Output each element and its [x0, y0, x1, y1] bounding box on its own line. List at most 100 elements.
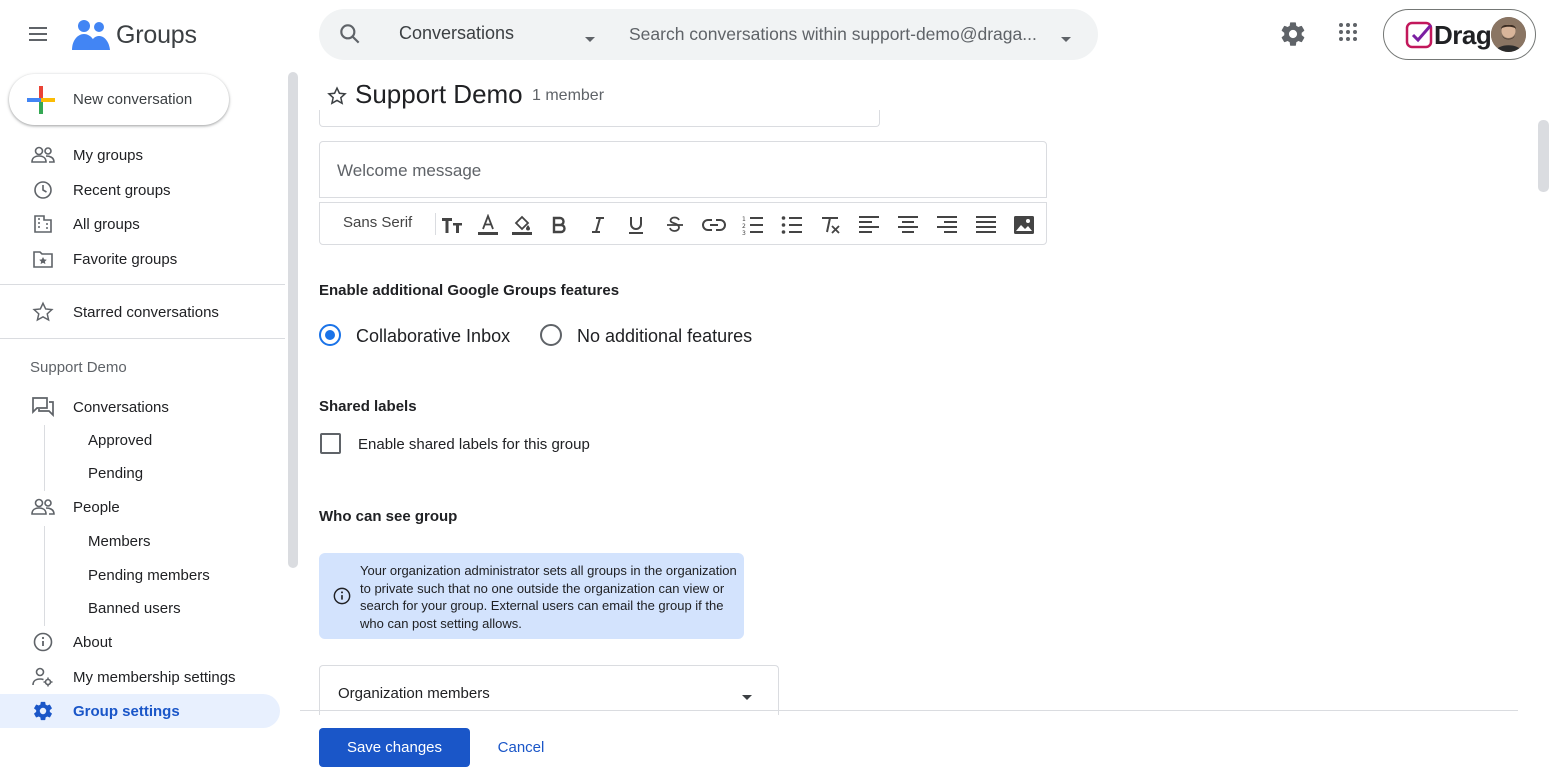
search-bar[interactable]: Conversations Search conversations withi… — [319, 9, 1098, 60]
clear-formatting-icon[interactable] — [817, 212, 843, 238]
groups-logo-icon — [72, 20, 110, 50]
sidebar-item-people[interactable]: People — [0, 490, 285, 524]
search-input[interactable]: Search conversations within support-demo… — [629, 24, 1037, 45]
sidebar-item-label: Pending — [88, 465, 144, 482]
sidebar-item-label: Banned users — [88, 600, 181, 617]
new-conversation-button[interactable]: New conversation — [9, 74, 229, 125]
svg-text:1: 1 — [742, 216, 746, 223]
avatar[interactable] — [1491, 17, 1526, 52]
shared-labels-checkbox-label[interactable]: Enable shared labels for this group — [358, 436, 590, 453]
bulleted-list-icon[interactable] — [779, 212, 805, 238]
collaborative-inbox-radio[interactable] — [319, 324, 341, 346]
sidebar-divider — [0, 284, 285, 285]
sidebar-item-membership-settings[interactable]: My membership settings — [0, 660, 285, 694]
no-additional-features-radio[interactable] — [540, 324, 562, 346]
sidebar-item-label: All groups — [73, 215, 140, 233]
chevron-down-icon — [740, 689, 754, 707]
sidebar-item-about[interactable]: About — [0, 625, 285, 659]
sidebar-item-members[interactable]: Members — [0, 526, 285, 558]
footer-divider — [300, 710, 1518, 711]
visibility-info-banner: Your organization administrator sets all… — [319, 553, 744, 639]
search-options-icon[interactable] — [1059, 31, 1073, 49]
insert-image-icon[interactable] — [1011, 212, 1037, 238]
underline-icon[interactable] — [623, 212, 649, 238]
sidebar-item-favorite-groups[interactable]: Favorite groups — [0, 242, 285, 276]
sidebar-item-label: Conversations — [73, 398, 169, 416]
sidebar-item-all-groups[interactable]: All groups — [0, 207, 285, 241]
text-color-icon[interactable] — [475, 212, 501, 238]
sidebar-item-label: My membership settings — [73, 668, 236, 686]
align-left-icon[interactable] — [856, 212, 882, 238]
brand-name: Drag — [1434, 20, 1492, 50]
sidebar-item-label: Starred conversations — [73, 303, 219, 321]
settings-gear-icon[interactable] — [1279, 20, 1307, 53]
shared-labels-checkbox[interactable] — [320, 433, 341, 454]
info-icon — [333, 587, 351, 610]
forum-icon — [31, 397, 55, 417]
numbered-list-icon[interactable]: 123 — [740, 212, 766, 238]
sidebar-item-label: Approved — [88, 432, 153, 449]
group-section-heading: Support Demo — [30, 359, 127, 376]
apps-grid-icon[interactable] — [1336, 20, 1360, 49]
sidebar-item-label: Favorite groups — [73, 250, 178, 268]
sidebar-item-label: About — [73, 633, 113, 651]
plus-icon — [27, 86, 55, 114]
visibility-heading: Who can see group — [319, 508, 458, 525]
description-field[interactable] — [319, 110, 880, 127]
align-right-icon[interactable] — [934, 212, 960, 238]
star-folder-icon — [31, 249, 55, 269]
sidebar: New conversation My groups Recent groups… — [0, 70, 300, 784]
new-conversation-label: New conversation — [73, 91, 193, 108]
top-bar: Groups Conversations Search conversation… — [0, 0, 1553, 70]
sidebar-item-pending-members[interactable]: Pending members — [0, 560, 285, 592]
building-icon — [31, 214, 55, 234]
sidebar-item-label: People — [73, 498, 120, 516]
people-icon — [31, 497, 55, 517]
save-changes-button[interactable]: Save changes — [319, 728, 470, 767]
sidebar-item-pending[interactable]: Pending — [0, 458, 285, 490]
groups-logo[interactable]: Groups — [72, 18, 197, 52]
member-count[interactable]: 1 member — [532, 87, 604, 105]
sidebar-item-banned-users[interactable]: Banned users — [0, 593, 285, 625]
formatting-toolbar: Sans Serif 123 — [319, 202, 1047, 245]
search-icon[interactable] — [337, 21, 363, 47]
scope-dropdown-icon[interactable] — [583, 31, 597, 49]
link-icon[interactable] — [701, 212, 727, 238]
people-icon — [31, 145, 55, 165]
sidebar-item-approved[interactable]: Approved — [0, 425, 285, 457]
who-can-see-group-select[interactable]: Organization members — [319, 665, 779, 715]
sidebar-item-starred[interactable]: Starred conversations — [0, 295, 285, 329]
sidebar-item-label: Pending members — [88, 567, 210, 584]
sidebar-item-conversations[interactable]: Conversations — [0, 390, 285, 424]
page-title: Support Demo — [355, 79, 523, 109]
font-size-icon[interactable] — [439, 212, 465, 238]
features-heading: Enable additional Google Groups features — [319, 282, 620, 299]
bold-icon[interactable] — [546, 212, 572, 238]
account-switcher[interactable]: Drag — [1383, 9, 1536, 60]
welcome-message-field[interactable]: Welcome message — [319, 141, 1047, 198]
sidebar-item-label: My groups — [73, 146, 144, 164]
favorite-star-icon[interactable] — [327, 86, 347, 111]
justify-icon[interactable] — [973, 212, 999, 238]
font-family-select[interactable]: Sans Serif — [343, 214, 412, 231]
welcome-message-placeholder: Welcome message — [337, 161, 482, 180]
sidebar-item-recent-groups[interactable]: Recent groups — [0, 173, 285, 207]
highlight-color-icon[interactable] — [509, 212, 535, 238]
info-icon — [31, 632, 55, 652]
svg-text:2: 2 — [742, 223, 746, 230]
cancel-button[interactable]: Cancel — [486, 728, 556, 767]
strikethrough-icon[interactable] — [662, 212, 688, 238]
clock-icon — [31, 180, 55, 200]
sidebar-item-my-groups[interactable]: My groups — [0, 138, 285, 172]
sidebar-scrollbar[interactable] — [288, 72, 298, 568]
italic-icon[interactable] — [585, 212, 611, 238]
star-icon — [31, 301, 55, 322]
search-scope-select[interactable]: Conversations — [399, 23, 514, 44]
main-scrollbar[interactable] — [1538, 120, 1549, 192]
main-menu-icon[interactable] — [16, 14, 60, 54]
no-additional-features-label[interactable]: No additional features — [577, 326, 752, 347]
align-center-icon[interactable] — [895, 212, 921, 238]
app-name: Groups — [116, 20, 197, 49]
collaborative-inbox-label[interactable]: Collaborative Inbox — [356, 326, 510, 347]
sidebar-item-group-settings[interactable]: Group settings — [0, 694, 280, 728]
